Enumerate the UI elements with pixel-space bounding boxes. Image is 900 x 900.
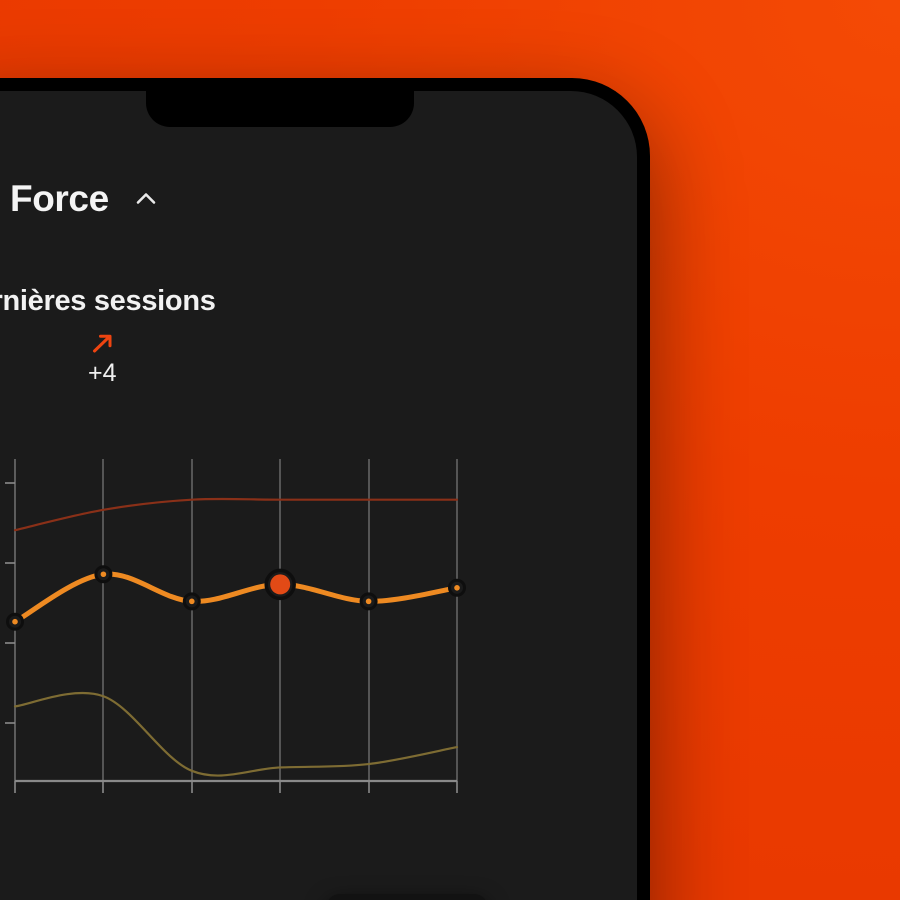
avg-value: 55 bbox=[0, 358, 88, 389]
chart-point-dot[interactable] bbox=[454, 585, 460, 591]
chart-point-dot[interactable] bbox=[12, 618, 18, 625]
phone-screen: Force Dernières sessions Moy 55 bbox=[0, 91, 637, 900]
phone-device-frame: Force Dernières sessions Moy 55 bbox=[0, 78, 650, 900]
chart-gridlines bbox=[14, 459, 458, 793]
avg-stat: Moy 55 bbox=[0, 330, 88, 389]
chart-point-selected[interactable] bbox=[270, 574, 291, 595]
stats-row: Moy 55 +4 bbox=[0, 330, 637, 389]
series-min bbox=[13, 691, 459, 777]
page-title: Force bbox=[10, 178, 109, 219]
chart-point-dot[interactable] bbox=[365, 598, 372, 605]
chart-y-axis: 80 60 40 20 bbox=[5, 482, 15, 724]
series-moy bbox=[12, 571, 460, 625]
sessions-chart[interactable]: 80 60 40 20 bbox=[0, 441, 555, 900]
chart-tooltip: 83 58 6 bbox=[326, 894, 488, 900]
app-header: Force bbox=[0, 171, 637, 227]
chart-svg: 80 60 40 20 bbox=[5, 459, 466, 793]
section-title: Dernières sessions bbox=[0, 285, 216, 317]
chart-point-dot[interactable] bbox=[100, 571, 107, 578]
delta-value: +4 bbox=[88, 359, 117, 387]
app-content: Force Dernières sessions Moy 55 bbox=[0, 91, 637, 900]
chevron-up-icon[interactable] bbox=[131, 184, 161, 214]
avg-label: Moy bbox=[0, 330, 88, 358]
delta-stat: +4 bbox=[88, 330, 118, 389]
arrow-up-right-icon bbox=[88, 330, 118, 358]
sessions-section: Dernières sessions Moy 55 +4 bbox=[0, 285, 637, 900]
series-max bbox=[13, 497, 459, 532]
chart-point-dot[interactable] bbox=[189, 598, 195, 605]
